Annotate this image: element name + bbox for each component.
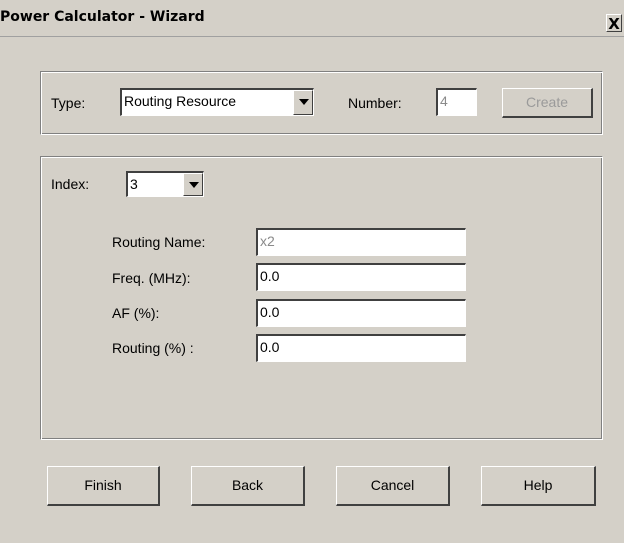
routing-percent-field[interactable]: 0.0 <box>256 334 466 362</box>
window-title: Power Calculator - Wizard <box>0 9 205 25</box>
type-group: Type: Routing Resource Number: 4 Create <box>40 71 603 135</box>
cancel-button[interactable]: Cancel <box>336 466 450 506</box>
index-combobox[interactable]: 3 <box>126 171 204 197</box>
index-label: Index: <box>51 176 90 192</box>
finish-button[interactable]: Finish <box>47 466 160 506</box>
create-button[interactable]: Create <box>502 88 593 118</box>
freq-field[interactable]: 0.0 <box>256 263 466 291</box>
back-button[interactable]: Back <box>191 466 305 506</box>
af-field[interactable]: 0.0 <box>256 299 466 327</box>
routing-name-label: Routing Name: <box>112 234 206 250</box>
number-label: Number: <box>348 95 402 111</box>
af-label: AF (%): <box>112 305 160 321</box>
chevron-down-icon[interactable] <box>183 173 203 196</box>
routing-name-field[interactable]: x2 <box>256 228 466 256</box>
routing-percent-label: Routing (%) : <box>112 340 194 356</box>
type-combobox-value: Routing Resource <box>124 93 237 109</box>
close-icon[interactable]: X <box>606 14 622 33</box>
details-group: Index: 3 Routing Name: x2 Freq. (MHz): 0… <box>40 156 603 440</box>
index-combobox-value: 3 <box>130 176 138 192</box>
type-label: Type: <box>51 95 86 111</box>
type-combobox[interactable]: Routing Resource <box>120 88 314 116</box>
title-bar[interactable]: Power Calculator - Wizard X <box>0 0 624 37</box>
freq-label: Freq. (MHz): <box>112 270 191 286</box>
help-button[interactable]: Help <box>481 466 596 506</box>
chevron-down-icon[interactable] <box>293 90 313 115</box>
number-field[interactable]: 4 <box>436 88 477 116</box>
